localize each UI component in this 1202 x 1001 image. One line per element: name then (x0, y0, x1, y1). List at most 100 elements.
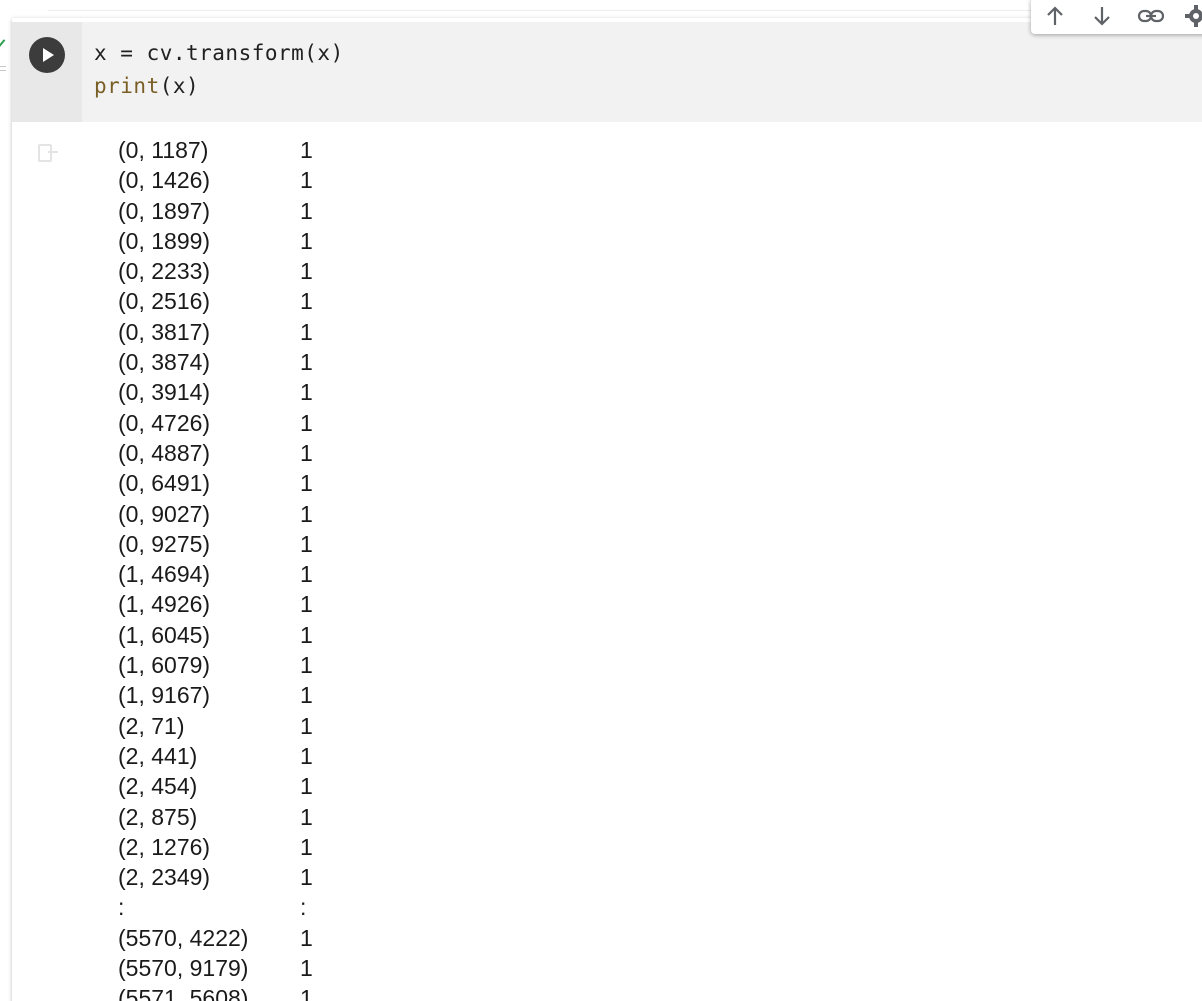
sparse-index: (2, 71) (118, 712, 185, 739)
sparse-index: (1, 4926) (118, 591, 211, 618)
output-row: (2, 1276) 1 (118, 832, 718, 862)
sparse-value: 1 (300, 955, 313, 982)
output-row: (2, 2349) 1 (118, 862, 718, 892)
sparse-value: 1 (300, 409, 313, 436)
sparse-index: (1, 6045) (118, 621, 211, 648)
sparse-value: 1 (300, 682, 313, 709)
output-row: (0, 6491) 1 (118, 468, 718, 498)
output-row: (0, 4726) 1 (118, 408, 718, 438)
sparse-index: (1, 6079) (118, 652, 211, 679)
sparse-value: 1 (300, 379, 313, 406)
output-actions-icon[interactable] (38, 144, 58, 162)
sparse-index: (2, 875) (118, 803, 198, 830)
arrow-down-icon (1094, 7, 1110, 26)
copy-link-button[interactable] (1127, 0, 1171, 34)
link-icon (1137, 9, 1165, 23)
sparse-value: 1 (300, 530, 313, 557)
sparse-index: (0, 9275) (118, 530, 211, 557)
output-row: (2, 441) 1 (118, 741, 718, 771)
run-cell-button[interactable] (29, 37, 65, 73)
execution-check-icon (0, 36, 6, 49)
sparse-value: 1 (300, 652, 313, 679)
cell-settings-button[interactable] (1174, 0, 1202, 34)
sparse-value: 1 (300, 439, 313, 466)
output-row: (5570, 9179) 1 (118, 953, 718, 983)
sparse-index: (0, 1897) (118, 197, 211, 224)
output-row: (0, 3914) 1 (118, 377, 718, 407)
code-line-2[interactable]: print(x) (94, 73, 199, 99)
sparse-value: 1 (300, 197, 313, 224)
sparse-value: 1 (300, 773, 313, 800)
sparse-value: 1 (300, 167, 313, 194)
left-gutter-strip (0, 0, 12, 1001)
divider (48, 10, 1048, 11)
sparse-index: (0, 1187) (118, 137, 209, 163)
gear-icon (1185, 5, 1202, 27)
output-row: (0, 4887) 1 (118, 438, 718, 468)
output-row: (1, 6079) 1 (118, 650, 718, 680)
sparse-index: (0, 1426) (118, 167, 211, 194)
sparse-index: (2, 441) (118, 742, 198, 769)
cell-gutter (12, 22, 82, 122)
arrow-up-icon (1047, 6, 1063, 25)
output-row: (2, 875) 1 (118, 802, 718, 832)
sparse-value: 1 (300, 742, 313, 769)
print-keyword: print (94, 74, 160, 98)
sparse-index: (0, 3874) (118, 349, 211, 376)
output-row: (0, 1897) 1 (118, 196, 718, 226)
sparse-index: (2, 2349) (118, 864, 211, 891)
sparse-index: (5570, 4222) (118, 924, 249, 951)
output-row: :: (118, 892, 718, 922)
code-line-1[interactable]: x = cv.transform(x) (94, 40, 344, 66)
sparse-index: (1, 9167) (118, 682, 211, 709)
sparse-index: (5571, 5608) (118, 985, 249, 1001)
output-row: (0, 1899) 1 (118, 226, 718, 256)
sparse-value: 1 (300, 712, 313, 739)
move-cell-up-button[interactable] (1033, 0, 1077, 34)
sparse-value: 1 (300, 137, 313, 163)
sparse-index: (0, 2516) (118, 288, 211, 315)
output-row: (0, 2233) 1 (118, 256, 718, 286)
output-row: (5571, 5608) 1 (118, 983, 718, 1001)
sparse-index: (2, 1276) (118, 833, 211, 860)
output-row: (0, 1187) 1 (118, 135, 718, 165)
print-argument: (x) (159, 74, 200, 98)
sparse-value: 1 (300, 803, 313, 830)
play-icon (43, 48, 54, 62)
output-row: (0, 9027) 1 (118, 499, 718, 529)
cell-toolbar (1031, 0, 1202, 34)
code-editor[interactable]: x = cv.transform(x) print(x) (12, 22, 1202, 122)
sparse-value: 1 (300, 500, 313, 527)
output-row: (1, 4926) 1 (118, 589, 718, 619)
sparse-value: : (300, 894, 307, 921)
sparse-index: (5570, 9179) (118, 955, 249, 982)
sparse-value: 1 (300, 561, 313, 588)
notebook-page: x = cv.transform(x) print(x) (0, 1187) 1(… (0, 0, 1202, 1001)
output-row: (0, 2516) 1 (118, 286, 718, 316)
sparse-value: 1 (300, 924, 313, 951)
sparse-index: : (118, 894, 125, 921)
sparse-value: 1 (300, 288, 313, 315)
sparse-value: 1 (300, 470, 313, 497)
sparse-value: 1 (300, 864, 313, 891)
cell-output: (0, 1187) 1 (0, 1426) 1 (0, 1897) 1 (0, 1899) 1… (118, 135, 718, 1001)
output-row: (2, 454) 1 (118, 771, 718, 801)
output-row: (0, 9275) 1 (118, 529, 718, 559)
sparse-index: (0, 1899) (118, 227, 211, 254)
output-row: (1, 6045) 1 (118, 620, 718, 650)
output-row: (2, 71) 1 (118, 711, 718, 741)
output-row: (0, 1426) 1 (118, 165, 718, 195)
sparse-index: (0, 4887) (118, 439, 211, 466)
output-row: (5570, 4222) 1 (118, 923, 718, 953)
sparse-value: 1 (300, 258, 313, 285)
sparse-value: 1 (300, 318, 313, 345)
sparse-index: (1, 4694) (118, 561, 211, 588)
sparse-value: 1 (300, 227, 313, 254)
output-row: (1, 9167) 1 (118, 680, 718, 710)
sparse-index: (2, 454) (118, 773, 198, 800)
output-row: (0, 3874) 1 (118, 347, 718, 377)
sparse-value: 1 (300, 833, 313, 860)
move-cell-down-button[interactable] (1080, 0, 1124, 34)
code-cell[interactable]: x = cv.transform(x) print(x) (0, 1187) 1(… (12, 18, 1202, 1001)
execution-info-icon (0, 66, 6, 67)
